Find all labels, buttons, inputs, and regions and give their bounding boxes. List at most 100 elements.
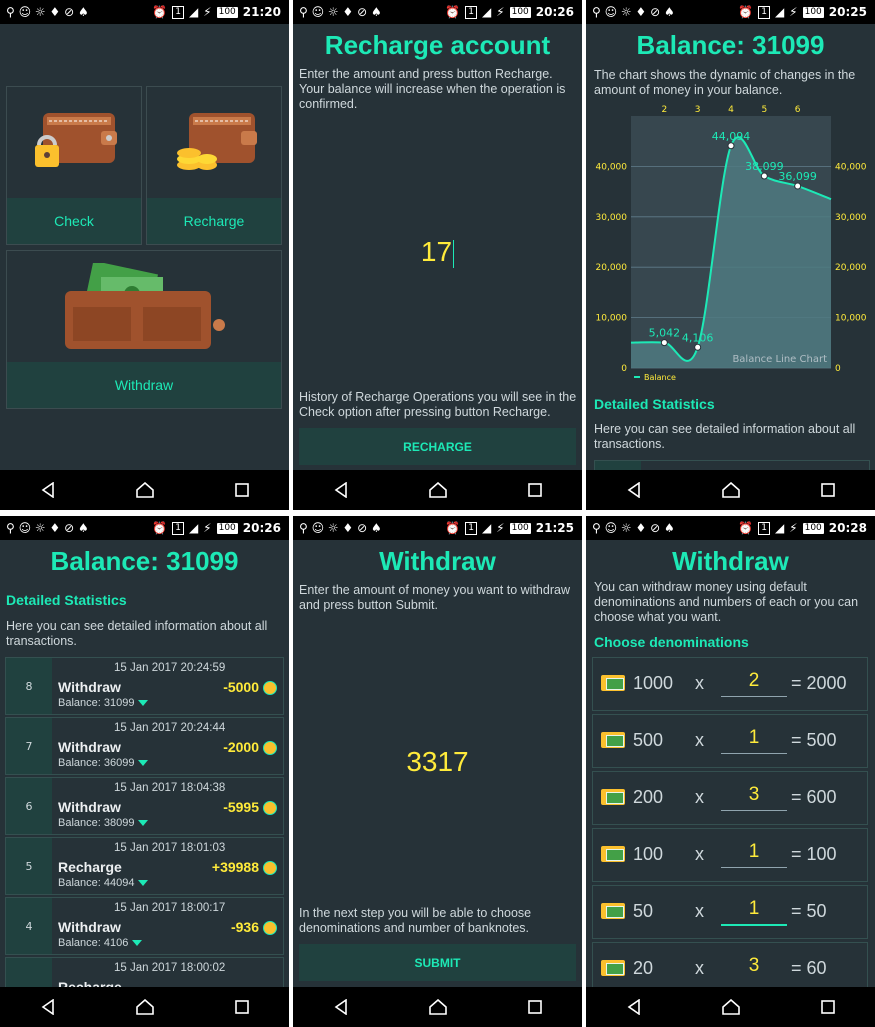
status-bar: ⚲ ☺ ☼ ♦ ⊘ ♠ ⏰ 1 ◢ ⚡ 100 21:25	[293, 516, 582, 540]
battery-icon: 100	[509, 522, 531, 534]
history-note: History of Recharge Operations you will …	[299, 390, 577, 419]
row-number: 5	[6, 838, 52, 894]
row-total: = 600	[791, 787, 837, 807]
withdraw-tile[interactable]: Withdraw	[6, 250, 282, 409]
data-point	[660, 339, 668, 347]
recents-icon[interactable]	[234, 1000, 249, 1014]
row-date: 15 Jan 2017 18:04:38	[114, 782, 226, 794]
denomination-row: 500 x 1 = 500	[592, 714, 868, 768]
home-icon[interactable]	[135, 999, 154, 1015]
data-point	[694, 343, 702, 351]
battery-icon: 100	[802, 6, 824, 18]
back-icon[interactable]	[334, 999, 348, 1015]
transaction-row[interactable]: 8 15 Jan 2017 20:24:59 Withdraw -5000 Ba…	[5, 657, 284, 715]
check-label: Check	[7, 198, 141, 244]
battery-icon: 100	[216, 6, 238, 18]
quantity-input[interactable]: 2	[721, 670, 787, 697]
diamond-icon	[138, 700, 149, 707]
quantity-input[interactable]: 1	[721, 898, 787, 926]
home-icon[interactable]	[135, 482, 154, 498]
signal-icon: ◢	[188, 521, 199, 535]
quantity-input[interactable]: 3	[721, 955, 787, 981]
home-icon[interactable]	[721, 482, 740, 498]
row-number: 4	[6, 898, 52, 954]
quantity-input[interactable]: 1	[721, 727, 787, 754]
x-tick-label: 2	[661, 105, 667, 115]
denominations-screen: ⚲ ☺ ☼ ♦ ⊘ ♠ ⏰ 1 ◢ ⚡ 100 20:28 Withdraw Y…	[586, 516, 875, 1027]
denomination-row: 20 x 3 = 60	[592, 942, 868, 988]
coins-wallet-icon	[177, 113, 257, 170]
check-tile[interactable]: Check	[6, 86, 142, 245]
clock: 20:28	[828, 521, 867, 535]
y-tick-label-right: 30,000	[835, 213, 867, 223]
back-icon[interactable]	[41, 999, 55, 1015]
banknote-icon	[601, 960, 625, 976]
battery-icon: 100	[216, 522, 238, 534]
submit-button[interactable]: SUBMIT	[299, 944, 576, 981]
back-icon[interactable]	[627, 482, 641, 498]
back-icon[interactable]	[41, 482, 55, 498]
quantity-input[interactable]: 1	[721, 841, 787, 868]
x-tick-label: 3	[695, 105, 701, 115]
row-amount: -5995	[223, 799, 259, 815]
recharge-tile[interactable]: Recharge	[146, 86, 282, 245]
locked-wallet-icon	[35, 113, 117, 167]
alarm-icon: ⏰	[738, 5, 754, 19]
row-date: 15 Jan 2017 18:00:17	[114, 902, 226, 914]
denomination-value: 50	[633, 901, 654, 921]
clock: 20:25	[828, 5, 867, 19]
row-date: 15 Jan 2017 18:00:02	[114, 962, 226, 974]
recents-icon[interactable]	[820, 1000, 835, 1014]
transaction-row[interactable]: 7 15 Jan 2017 20:24:44 Withdraw -2000 Ba…	[5, 717, 284, 775]
charging-icon: ⚡	[789, 5, 798, 19]
sim-icon: 1	[172, 5, 184, 19]
quantity-input[interactable]: 3	[721, 784, 787, 811]
y-tick-label-right: 0	[835, 364, 841, 374]
transaction-row[interactable]: 4 15 Jan 2017 18:00:17 Withdraw -936 Bal…	[5, 897, 284, 955]
notification-icons: ⚲ ☺ ☼ ♦ ⊘ ♠	[592, 521, 675, 535]
row-balance: Balance: 38099	[58, 817, 149, 829]
withdraw-instructions: Enter the amount of money you want to wi…	[299, 583, 570, 612]
signal-icon: ◢	[774, 5, 785, 19]
back-icon[interactable]	[627, 999, 641, 1015]
y-tick-label-left: 0	[621, 364, 627, 374]
row-total: = 100	[791, 844, 837, 864]
recents-icon[interactable]	[527, 483, 542, 497]
alarm-icon: ⏰	[445, 5, 461, 19]
transaction-row[interactable]: 6 15 Jan 2017 18:04:38 Withdraw -5995 Ba…	[5, 777, 284, 835]
coin-icon	[263, 801, 277, 815]
y-tick-label-right: 20,000	[835, 263, 867, 273]
chart-description: The chart shows the dynamic of changes i…	[594, 68, 856, 97]
page-title: Withdraw	[672, 546, 789, 576]
back-icon[interactable]	[334, 482, 348, 498]
denominations-text: You can withdraw money using default den…	[594, 580, 859, 624]
charging-icon: ⚡	[496, 521, 505, 535]
page-title: Withdraw	[379, 546, 496, 576]
row-amount: -936	[230, 919, 259, 935]
legend-label: Balance	[644, 373, 676, 382]
data-point	[727, 142, 735, 150]
alarm-icon: ⏰	[152, 5, 168, 19]
battery-icon: 100	[802, 522, 824, 534]
signal-icon: ◢	[188, 5, 199, 19]
recents-icon[interactable]	[820, 483, 835, 497]
banknote-icon	[601, 675, 625, 691]
home-icon[interactable]	[428, 482, 447, 498]
recents-icon[interactable]	[234, 483, 249, 497]
home-icon[interactable]	[428, 999, 447, 1015]
status-bar: ⚲ ☺ ☼ ♦ ⊘ ♠ ⏰ 1 ◢ ⚡ 100 21:20	[0, 0, 289, 24]
amount-input[interactable]: 3317	[293, 746, 582, 778]
nav-bar	[586, 987, 875, 1027]
clock: 21:20	[242, 5, 281, 19]
recents-icon[interactable]	[527, 1000, 542, 1014]
denomination-value: 1000	[633, 673, 674, 693]
row-total: = 2000	[791, 673, 847, 693]
alarm-icon: ⏰	[738, 521, 754, 535]
home-icon[interactable]	[721, 999, 740, 1015]
recharge-button[interactable]: RECHARGE	[299, 428, 576, 465]
transaction-row[interactable]: 5 15 Jan 2017 18:01:03 Recharge +39988 B…	[5, 837, 284, 895]
notification-icons: ⚲ ☺ ☼ ♦ ⊘ ♠	[592, 5, 675, 19]
row-amount: -5000	[223, 679, 259, 695]
amount-input[interactable]: 17	[293, 236, 582, 268]
withdraw-note: In the next step you will be able to cho…	[299, 906, 532, 935]
